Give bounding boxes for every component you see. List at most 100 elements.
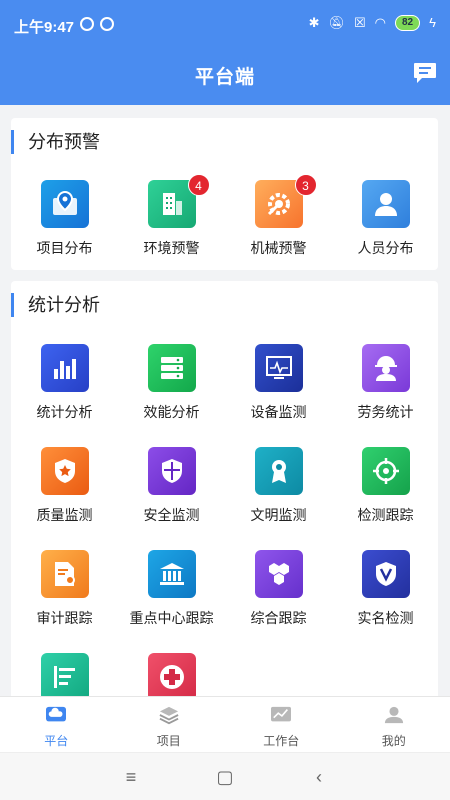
message-button[interactable] <box>413 62 437 84</box>
grid-item-label: 统计分析 <box>36 404 93 420</box>
grid-item[interactable]: 质量监测 <box>11 447 118 525</box>
bottom-tab-bar: 平台 项目 工作台 我的 <box>0 696 450 752</box>
notification-icon <box>80 17 94 31</box>
system-nav-bar: ≡ ▢ ‹ <box>0 752 450 800</box>
building-icon <box>162 193 182 215</box>
grid-item-label: 实名检测 <box>357 610 414 626</box>
warning-section: 分布预警 项目分布 4 环境预警 3 机械预警 人员分布 <box>11 118 438 270</box>
grid-item-label: 效能分析 <box>143 404 200 420</box>
server-tile <box>147 344 196 392</box>
status-bar: 上午9:47 ✱ 🔕︎ ☒ ◠ 82 ϟ <box>0 0 450 40</box>
person-tile <box>361 180 410 228</box>
ribbon-tile <box>254 447 303 495</box>
grid-item[interactable]: 综合跟踪 <box>225 550 332 628</box>
grid-item-label: 安全监测 <box>143 507 200 523</box>
tab-label: 平台 <box>44 734 69 748</box>
layers-icon <box>159 706 179 725</box>
grid-item[interactable]: 统计分析 <box>11 344 118 422</box>
grid-item[interactable]: 设备监测 <box>225 344 332 422</box>
grid-item[interactable] <box>118 653 225 701</box>
tab-label: 项目 <box>156 734 181 748</box>
charging-icon: ϟ <box>429 15 436 30</box>
server-icon <box>160 357 183 379</box>
grid-item[interactable]: 劳务统计 <box>332 344 438 422</box>
monitor-tile <box>254 344 303 392</box>
person-icon <box>374 193 397 216</box>
shield-icon <box>161 459 182 483</box>
plus-tile <box>147 653 196 701</box>
section-title: 统计分析 <box>11 293 100 317</box>
mute-icon: 🔕︎ <box>328 15 345 30</box>
grid-item[interactable]: 4 环境预警 <box>118 174 225 258</box>
grid-item-label: 质量监测 <box>36 507 93 523</box>
monitor-icon <box>265 356 292 379</box>
grid-item[interactable]: 审计跟踪 <box>11 550 118 628</box>
tab-user[interactable]: 我的 <box>338 697 450 752</box>
bank-tile <box>147 550 196 598</box>
sim-icon: ☒ <box>353 15 366 30</box>
tab-cloud[interactable]: 平台 <box>0 697 113 752</box>
grid-item-label: 审计跟踪 <box>36 610 93 626</box>
grid-item-label: 机械预警 <box>250 240 307 256</box>
grid-item-label: 综合跟踪 <box>250 610 307 626</box>
status-time: 上午9:47 <box>14 19 75 36</box>
grid-item-label: 环境预警 <box>143 240 200 256</box>
tab-layers[interactable]: 项目 <box>113 697 226 752</box>
wifi-icon: ◠ <box>374 15 386 30</box>
tab-label: 我的 <box>381 734 406 748</box>
worker-tile <box>361 344 410 392</box>
hexagons-icon <box>268 563 289 585</box>
wrench-gear-tile: 3 <box>254 174 317 228</box>
target-tile <box>361 447 410 495</box>
grid-item[interactable] <box>11 653 118 701</box>
home-icon[interactable]: ▢ <box>215 767 235 787</box>
doc-gear-icon <box>54 562 75 586</box>
grid-item[interactable]: 项目分布 <box>11 180 118 258</box>
grid-item[interactable]: 人员分布 <box>332 180 439 258</box>
shield-tile <box>147 447 196 495</box>
app-header: 上午9:47 ✱ 🔕︎ ☒ ◠ 82 ϟ 平台端 <box>0 0 450 105</box>
ribbon-icon <box>271 460 286 483</box>
battery-indicator: 82 <box>394 15 421 31</box>
grid-item[interactable]: 检测跟踪 <box>332 447 438 525</box>
star-shield-icon <box>54 459 75 483</box>
worker-icon <box>374 356 397 381</box>
grid-item[interactable]: 3 机械预警 <box>225 174 332 258</box>
grid-item[interactable]: 文明监测 <box>225 447 332 525</box>
count-badge: 4 <box>187 174 210 196</box>
grid-item-label: 检测跟踪 <box>357 507 414 523</box>
grid-item-label: 劳务统计 <box>357 404 414 420</box>
list-tile <box>40 653 89 701</box>
star-shield-tile <box>40 447 89 495</box>
wrench-gear-icon <box>267 193 290 216</box>
section-title: 分布预警 <box>11 130 100 154</box>
hexagons-tile <box>254 550 303 598</box>
tab-label: 工作台 <box>263 734 300 748</box>
back-icon[interactable]: ‹ <box>309 767 329 787</box>
notification-icon <box>100 17 114 31</box>
user-icon <box>384 706 403 724</box>
menu-icon[interactable]: ≡ <box>121 767 141 787</box>
grid-item-label: 重点中心跟踪 <box>129 610 214 626</box>
count-badge: 3 <box>294 174 317 196</box>
bank-icon <box>159 563 184 585</box>
page-title: 平台端 <box>194 67 255 88</box>
building-tile: 4 <box>147 174 210 228</box>
grid-item[interactable]: 效能分析 <box>118 344 225 422</box>
bar-chart-tile <box>40 344 89 392</box>
target-icon <box>372 458 399 484</box>
tab-chart[interactable]: 工作台 <box>225 697 338 752</box>
grid-item-label: 人员分布 <box>357 240 414 256</box>
bar-chart-icon <box>53 359 76 379</box>
grid-item[interactable]: 安全监测 <box>118 447 225 525</box>
bluetooth-icon: ✱ <box>308 15 320 30</box>
stats-section: 统计分析 统计分析 效能分析 设备监测 劳务统计 质量监测 安全监测 文明监测 检测跟踪 审计跟… <box>11 281 438 701</box>
grid-item[interactable]: 重点中心跟踪 <box>118 550 225 628</box>
grid-item-label: 项目分布 <box>36 240 93 256</box>
plus-icon <box>159 665 184 689</box>
grid-item-label: 设备监测 <box>250 404 307 420</box>
grid-item-label: 文明监测 <box>250 507 307 523</box>
v-shield-tile <box>361 550 410 598</box>
grid-item[interactable]: 实名检测 <box>332 550 438 628</box>
map-pin-icon <box>52 190 77 215</box>
